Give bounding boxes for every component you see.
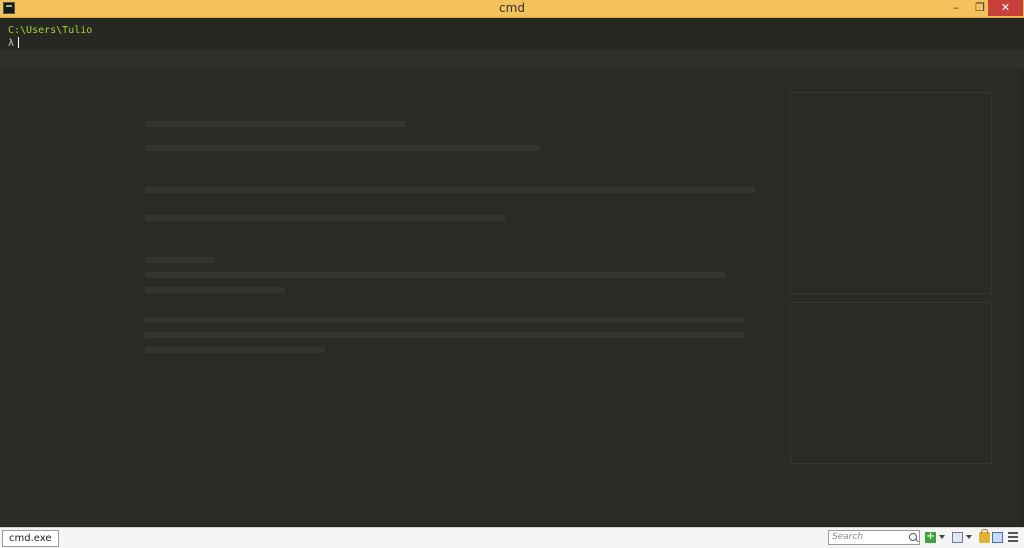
search-placeholder: Search bbox=[832, 532, 864, 542]
close-button[interactable]: ✕ bbox=[988, 0, 1023, 16]
window-title: cmd bbox=[499, 1, 525, 15]
menu-icon[interactable] bbox=[1008, 532, 1018, 543]
ghost-line bbox=[145, 272, 725, 278]
background-ghost bbox=[0, 17, 1024, 527]
chevron-down-icon[interactable] bbox=[966, 535, 972, 539]
ghost-line bbox=[145, 121, 405, 127]
text-cursor bbox=[18, 37, 20, 48]
prompt-symbol: λ bbox=[8, 38, 15, 49]
ghost-sidebar bbox=[0, 68, 120, 527]
new-console-icon[interactable]: + bbox=[925, 532, 936, 543]
prompt-line[interactable]: λ bbox=[8, 37, 92, 50]
ghost-line bbox=[145, 215, 505, 221]
search-input[interactable]: Search bbox=[828, 530, 920, 545]
tab-cmd[interactable]: cmd.exe bbox=[2, 530, 59, 547]
ghost-admin-bar bbox=[0, 50, 1024, 68]
ghost-line bbox=[145, 347, 325, 353]
ghost-side-panel bbox=[790, 302, 992, 464]
ghost-side-panel bbox=[790, 92, 992, 294]
search-icon[interactable] bbox=[909, 533, 917, 541]
ghost-line bbox=[145, 257, 215, 263]
terminal-output[interactable]: C:\Users\Tulio λ bbox=[8, 25, 92, 50]
ghost-line bbox=[145, 317, 745, 323]
split-view-icon[interactable] bbox=[992, 532, 1003, 543]
ghost-line bbox=[145, 332, 745, 338]
ghost-line bbox=[145, 145, 540, 151]
minimize-button[interactable]: – bbox=[944, 0, 968, 16]
lock-icon[interactable] bbox=[979, 529, 990, 543]
chevron-down-icon[interactable] bbox=[939, 535, 945, 539]
ghost-line bbox=[145, 287, 285, 293]
prompt-path: C:\Users\Tulio bbox=[8, 25, 93, 36]
title-bar[interactable]: cmd – ❐ ✕ bbox=[0, 0, 1024, 18]
ghost-line bbox=[145, 187, 755, 193]
layout-icon[interactable] bbox=[952, 532, 963, 543]
status-bar: cmd.exe Search + bbox=[0, 527, 1024, 548]
